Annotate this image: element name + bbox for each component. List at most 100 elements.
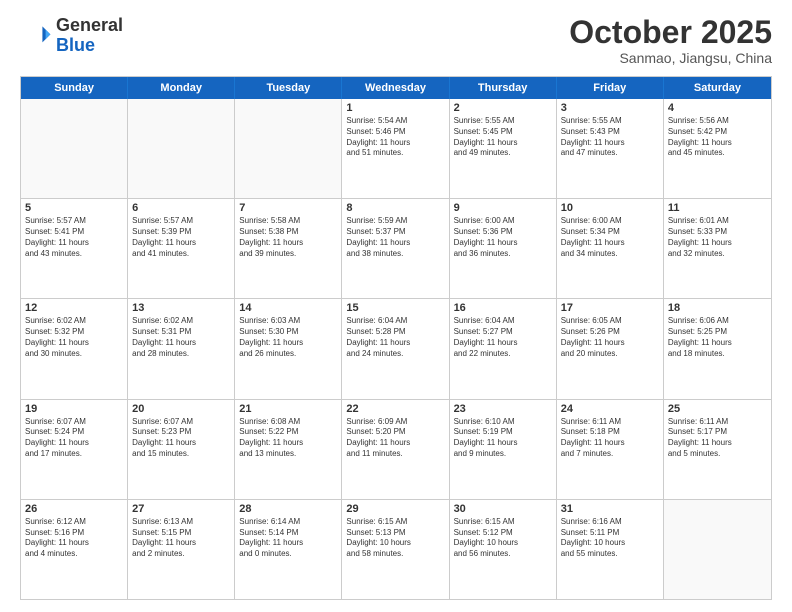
cell-info: Sunrise: 5:55 AMSunset: 5:43 PMDaylight:… [561,116,659,159]
week-row-3: 12 Sunrise: 6:02 AMSunset: 5:32 PMDayligh… [21,298,771,398]
day-number: 3 [561,102,659,114]
calendar-cell: 25Sunrise: 6:11 AMSunset: 5:17 PMDayligh… [664,400,771,499]
calendar-cell: 4 Sunrise: 5:56 AMSunset: 5:42 PMDaylight… [664,99,771,198]
calendar-cell [21,99,128,198]
logo-text: General Blue [56,16,123,56]
day-number: 12 [25,302,123,314]
cell-info: Sunrise: 5:56 AMSunset: 5:42 PMDaylight:… [668,116,767,159]
day-number: 14 [239,302,337,314]
day-number: 19 [25,403,123,415]
calendar-cell [128,99,235,198]
cell-info: Sunrise: 6:01 AMSunset: 5:33 PMDaylight:… [668,216,767,259]
header-day-tuesday: Tuesday [235,77,342,99]
cell-info: Sunrise: 6:03 AMSunset: 5:30 PMDaylight:… [239,316,337,359]
calendar-cell: 27 Sunrise: 6:13 AMSunset: 5:15 PMDayligh… [128,500,235,599]
calendar-cell: 17 Sunrise: 6:05 AMSunset: 5:26 PMDayligh… [557,299,664,398]
calendar-cell: 9 Sunrise: 6:00 AMSunset: 5:36 PMDaylight… [450,199,557,298]
day-number: 13 [132,302,230,314]
calendar-cell [664,500,771,599]
day-number: 2 [454,102,552,114]
calendar-cell: 2 Sunrise: 5:55 AMSunset: 5:45 PMDaylight… [450,99,557,198]
calendar: SundayMondayTuesdayWednesdayThursdayFrid… [20,76,772,600]
cell-info: Sunrise: 6:05 AMSunset: 5:26 PMDaylight:… [561,316,659,359]
cell-info: Sunrise: 5:57 AMSunset: 5:39 PMDaylight:… [132,216,230,259]
calendar-cell: 5 Sunrise: 5:57 AMSunset: 5:41 PMDaylight… [21,199,128,298]
calendar-cell: 14 Sunrise: 6:03 AMSunset: 5:30 PMDayligh… [235,299,342,398]
header-day-wednesday: Wednesday [342,77,449,99]
calendar-cell: 26Sunrise: 6:12 AMSunset: 5:16 PMDayligh… [21,500,128,599]
cell-info: Sunrise: 6:13 AMSunset: 5:15 PMDaylight:… [132,517,230,560]
day-number: 23 [454,403,552,415]
cell-info: Sunrise: 6:07 AMSunset: 5:24 PMDaylight:… [25,417,123,460]
cell-info: Sunrise: 6:04 AMSunset: 5:28 PMDaylight:… [346,316,444,359]
calendar-cell: 23Sunrise: 6:10 AMSunset: 5:19 PMDayligh… [450,400,557,499]
day-number: 27 [132,503,230,515]
day-number: 9 [454,202,552,214]
day-number: 1 [346,102,444,114]
calendar-cell: 28 Sunrise: 6:14 AMSunset: 5:14 PMDayligh… [235,500,342,599]
title-block: October 2025 Sanmao, Jiangsu, China [569,16,772,66]
header-day-sunday: Sunday [21,77,128,99]
day-number: 4 [668,102,767,114]
calendar-cell: 1Sunrise: 5:54 AMSunset: 5:46 PMDaylight… [342,99,449,198]
calendar-cell: 8Sunrise: 5:59 AMSunset: 5:37 PMDaylight… [342,199,449,298]
calendar-cell: 31Sunrise: 6:16 AMSunset: 5:11 PMDayligh… [557,500,664,599]
location-subtitle: Sanmao, Jiangsu, China [569,50,772,66]
cell-info: Sunrise: 6:02 AMSunset: 5:31 PMDaylight:… [132,316,230,359]
calendar-cell: 24 Sunrise: 6:11 AMSunset: 5:18 PMDayligh… [557,400,664,499]
cell-info: Sunrise: 6:15 AMSunset: 5:12 PMDaylight:… [454,517,552,560]
cell-info: Sunrise: 6:07 AMSunset: 5:23 PMDaylight:… [132,417,230,460]
header-day-friday: Friday [557,77,664,99]
calendar-cell: 20 Sunrise: 6:07 AMSunset: 5:23 PMDayligh… [128,400,235,499]
day-number: 24 [561,403,659,415]
cell-info: Sunrise: 5:55 AMSunset: 5:45 PMDaylight:… [454,116,552,159]
day-number: 6 [132,202,230,214]
cell-info: Sunrise: 5:59 AMSunset: 5:37 PMDaylight:… [346,216,444,259]
cell-info: Sunrise: 5:58 AMSunset: 5:38 PMDaylight:… [239,216,337,259]
calendar-cell: 12 Sunrise: 6:02 AMSunset: 5:32 PMDayligh… [21,299,128,398]
day-number: 11 [668,202,767,214]
day-number: 21 [239,403,337,415]
header-day-thursday: Thursday [450,77,557,99]
day-number: 10 [561,202,659,214]
day-number: 31 [561,503,659,515]
day-number: 5 [25,202,123,214]
week-row-5: 26Sunrise: 6:12 AMSunset: 5:16 PMDayligh… [21,499,771,599]
day-number: 15 [346,302,444,314]
month-title: October 2025 [569,16,772,48]
calendar-cell: 21 Sunrise: 6:08 AMSunset: 5:22 PMDayligh… [235,400,342,499]
header-day-monday: Monday [128,77,235,99]
cell-info: Sunrise: 6:00 AMSunset: 5:36 PMDaylight:… [454,216,552,259]
day-number: 30 [454,503,552,515]
day-number: 18 [668,302,767,314]
cell-info: Sunrise: 6:08 AMSunset: 5:22 PMDaylight:… [239,417,337,460]
calendar-cell: 7 Sunrise: 5:58 AMSunset: 5:38 PMDaylight… [235,199,342,298]
week-row-4: 19 Sunrise: 6:07 AMSunset: 5:24 PMDayligh… [21,399,771,499]
calendar-cell: 15 Sunrise: 6:04 AMSunset: 5:28 PMDayligh… [342,299,449,398]
calendar-cell: 30 Sunrise: 6:15 AMSunset: 5:12 PMDayligh… [450,500,557,599]
calendar-cell: 19 Sunrise: 6:07 AMSunset: 5:24 PMDayligh… [21,400,128,499]
day-number: 17 [561,302,659,314]
day-number: 29 [346,503,444,515]
cell-info: Sunrise: 6:12 AMSunset: 5:16 PMDaylight:… [25,517,123,560]
cell-info: Sunrise: 6:11 AMSunset: 5:17 PMDaylight:… [668,417,767,460]
day-number: 22 [346,403,444,415]
cell-info: Sunrise: 5:57 AMSunset: 5:41 PMDaylight:… [25,216,123,259]
cell-info: Sunrise: 6:11 AMSunset: 5:18 PMDaylight:… [561,417,659,460]
cell-info: Sunrise: 6:02 AMSunset: 5:32 PMDaylight:… [25,316,123,359]
header-day-saturday: Saturday [664,77,771,99]
calendar-cell: 11 Sunrise: 6:01 AMSunset: 5:33 PMDayligh… [664,199,771,298]
calendar-cell: 13 Sunrise: 6:02 AMSunset: 5:31 PMDayligh… [128,299,235,398]
calendar-body: 1Sunrise: 5:54 AMSunset: 5:46 PMDaylight… [21,99,771,599]
calendar-header: SundayMondayTuesdayWednesdayThursdayFrid… [21,77,771,99]
calendar-cell: 3 Sunrise: 5:55 AMSunset: 5:43 PMDaylight… [557,99,664,198]
header: General Blue October 2025 Sanmao, Jiangs… [20,16,772,66]
day-number: 20 [132,403,230,415]
calendar-cell: 16Sunrise: 6:04 AMSunset: 5:27 PMDayligh… [450,299,557,398]
cell-info: Sunrise: 6:14 AMSunset: 5:14 PMDaylight:… [239,517,337,560]
calendar-cell: 18Sunrise: 6:06 AMSunset: 5:25 PMDayligh… [664,299,771,398]
week-row-2: 5 Sunrise: 5:57 AMSunset: 5:41 PMDaylight… [21,198,771,298]
day-number: 28 [239,503,337,515]
calendar-cell: 6 Sunrise: 5:57 AMSunset: 5:39 PMDaylight… [128,199,235,298]
day-number: 7 [239,202,337,214]
